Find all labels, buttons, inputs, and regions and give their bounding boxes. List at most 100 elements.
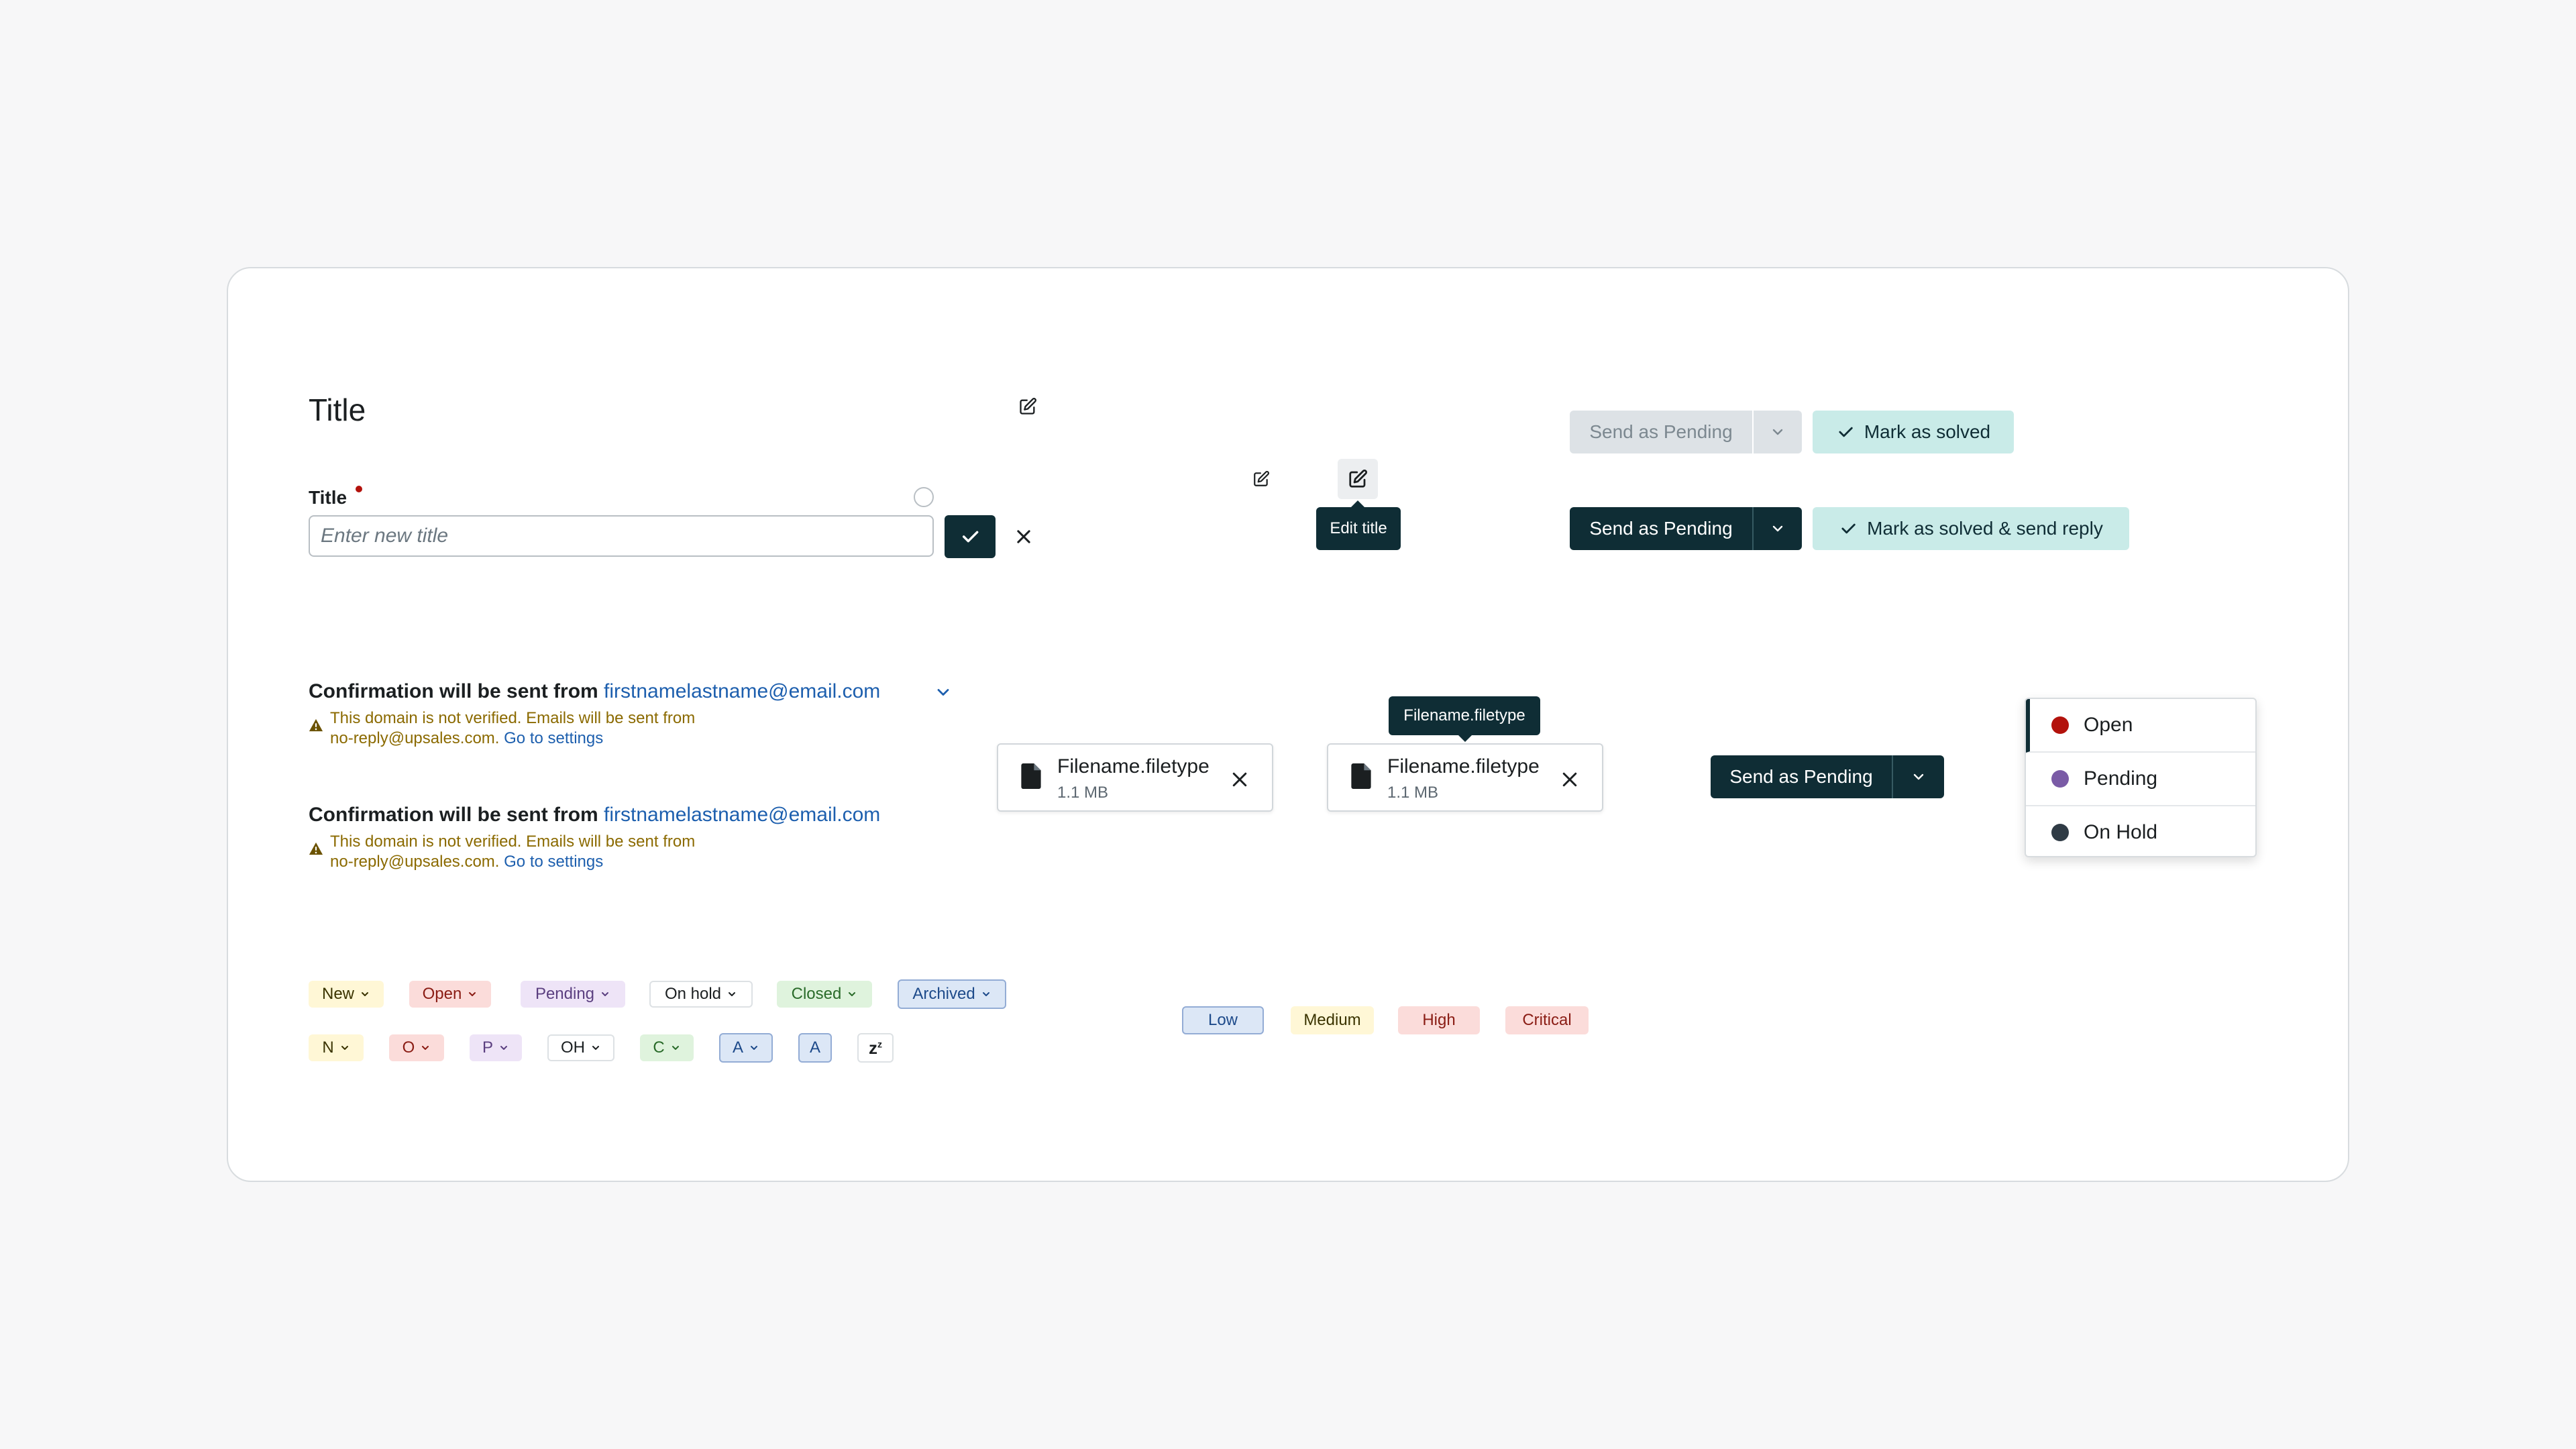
chevron-down-icon (937, 689, 949, 696)
status-option-pending[interactable]: Pending (2026, 753, 2255, 806)
close-icon (1562, 772, 1577, 787)
sender-email[interactable]: firstnamelastname@email.com (604, 804, 880, 826)
status-chip-new[interactable]: New (309, 981, 384, 1008)
file-attachment[interactable]: Filename.filetype 1.1 MB (997, 743, 1273, 812)
chevron-down-icon (500, 1046, 507, 1050)
chevron-down-icon (341, 1046, 348, 1050)
sender-email-chevron[interactable] (931, 680, 955, 704)
warning-icon (309, 841, 323, 856)
send-options-caret[interactable] (1752, 507, 1802, 550)
priority-chip-low[interactable]: Low (1182, 1006, 1264, 1034)
status-chip-pending[interactable]: Pending (521, 981, 625, 1008)
status-chip-archived[interactable]: Archived (898, 979, 1006, 1009)
chip-label: C (653, 1038, 665, 1057)
file-size: 1.1 MB (1387, 784, 1439, 802)
chip-label: O (402, 1038, 415, 1057)
status-dot-icon (2051, 716, 2069, 734)
domain-warning: This domain is not verified. Emails will… (330, 832, 695, 872)
warning-line2: no-reply@upsales.com. (330, 853, 500, 871)
snooze-label: z (869, 1037, 877, 1058)
chevron-down-icon (592, 1046, 599, 1050)
remove-file-button[interactable] (1226, 766, 1253, 793)
check-icon (1839, 427, 1853, 437)
chip-label: New (321, 985, 354, 1003)
status-option-label: Pending (2084, 767, 2158, 790)
chevron-down-icon (982, 992, 989, 996)
status-option-label: Open (2084, 714, 2133, 736)
file-name: Filename.filetype (1057, 755, 1210, 777)
confirmation-line: Confirmation will be sent from firstname… (309, 680, 880, 703)
title-field-label: Title (309, 487, 347, 508)
go-to-settings-link[interactable]: Go to settings (504, 853, 603, 871)
status-chip-on-hold-short[interactable]: OH (547, 1034, 614, 1061)
snooze-chip[interactable]: zz (857, 1033, 894, 1063)
warning-line2: no-reply@upsales.com. (330, 729, 500, 747)
required-indicator (356, 486, 362, 492)
domain-warning: This domain is not verified. Emails will… (330, 708, 695, 749)
confirm-title-button[interactable] (945, 515, 996, 558)
go-to-settings-link[interactable]: Go to settings (504, 729, 603, 747)
status-chip-closed[interactable]: Closed (777, 981, 872, 1008)
edit-title-icon-hover[interactable] (1338, 459, 1378, 499)
mark-as-solved-label: Mark as solved (1864, 421, 1991, 442)
snooze-icon: zz (869, 1038, 882, 1059)
edit-title-tooltip: Edit title (1316, 507, 1401, 550)
chevron-down-icon (1772, 525, 1783, 532)
close-icon (1017, 530, 1030, 543)
warning-line1: This domain is not verified. Emails will… (330, 833, 696, 851)
status-dot-icon (2051, 770, 2069, 788)
remove-file-button[interactable] (1556, 766, 1583, 793)
file-name-tooltip: Filename.filetype (1389, 696, 1540, 735)
status-chip-pending-short[interactable]: P (470, 1034, 522, 1061)
sender-email[interactable]: firstnamelastname@email.com (604, 680, 880, 702)
status-chip-archived-short[interactable]: A (719, 1033, 773, 1063)
send-as-pending-button-disabled[interactable]: Send as Pending (1570, 411, 1752, 453)
priority-chip-critical[interactable]: Critical (1505, 1006, 1589, 1034)
status-menu: Open Pending On Hold (2025, 698, 2257, 857)
chip-label: Open (422, 985, 462, 1003)
status-chip-open-short[interactable]: O (389, 1034, 444, 1061)
status-option-on-hold[interactable]: On Hold (2026, 806, 2255, 856)
priority-chip-high[interactable]: High (1398, 1006, 1480, 1034)
chip-label: Closed (791, 985, 842, 1003)
tooltip-arrow (1351, 500, 1364, 507)
check-icon (1841, 523, 1856, 534)
status-chip-on-hold[interactable]: On hold (649, 981, 753, 1008)
confirmation-lead: Confirmation will be sent from (309, 804, 598, 826)
send-options-caret[interactable] (1892, 755, 1944, 798)
file-name: Filename.filetype (1387, 755, 1540, 777)
confirmation-line: Confirmation will be sent from firstname… (309, 804, 880, 826)
send-options-caret-disabled[interactable] (1754, 411, 1802, 453)
priority-chip-medium[interactable]: Medium (1291, 1006, 1374, 1034)
file-attachment[interactable]: Filename.filetype 1.1 MB (1327, 743, 1603, 812)
confirmation-lead: Confirmation will be sent from (309, 680, 598, 702)
chip-label: P (482, 1038, 493, 1057)
warning-icon (309, 718, 323, 733)
status-chip-closed-short[interactable]: C (640, 1034, 694, 1061)
status-chip-assigned[interactable]: A (798, 1033, 832, 1063)
chevron-down-icon (1772, 429, 1783, 435)
mark-solved-send-reply-button[interactable]: Mark as solved & send reply (1813, 507, 2129, 550)
chip-label: A (732, 1038, 743, 1057)
card-panel: Title Title Edit title Send as Pending M… (227, 267, 2349, 1182)
status-chip-new-short[interactable]: N (309, 1034, 364, 1061)
edit-title-icon-small[interactable] (1249, 467, 1273, 491)
status-chip-open[interactable]: Open (409, 981, 491, 1008)
edit-title-icon[interactable] (1016, 394, 1040, 419)
chevron-down-icon (602, 992, 609, 996)
file-size: 1.1 MB (1057, 784, 1109, 802)
chevron-down-icon (849, 992, 856, 996)
snooze-superscript-icon: z (877, 1038, 882, 1049)
chip-label: Archived (912, 985, 975, 1003)
mark-as-solved-button[interactable]: Mark as solved (1813, 411, 2014, 453)
chip-label: OH (561, 1038, 585, 1057)
chevron-down-icon (469, 992, 476, 996)
check-icon (962, 531, 979, 543)
status-option-open[interactable]: Open (2026, 699, 2255, 753)
send-as-pending-button[interactable]: Send as Pending (1570, 507, 1752, 550)
send-as-pending-button[interactable]: Send as Pending (1711, 755, 1892, 798)
chip-label: A (809, 1038, 820, 1057)
title-input[interactable] (309, 515, 934, 557)
cancel-title-button[interactable] (1010, 523, 1037, 550)
file-icon (1351, 763, 1371, 789)
